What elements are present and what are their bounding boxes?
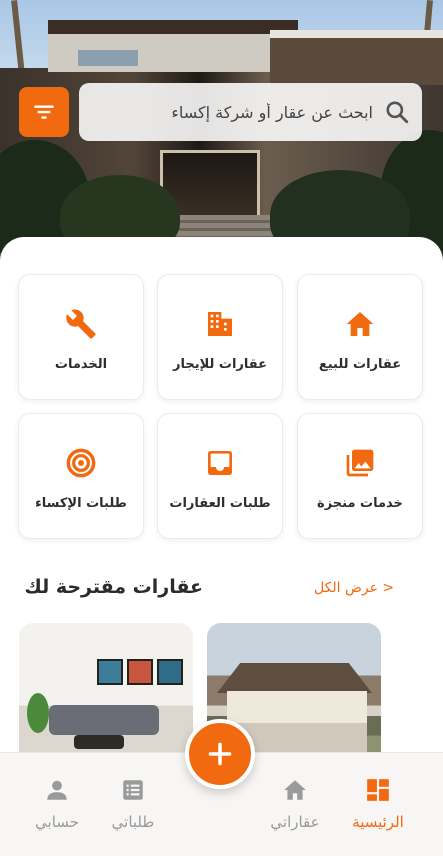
filter-button[interactable] (19, 87, 69, 137)
category-properties-for-sale[interactable]: عقارات للبيع (297, 274, 423, 400)
nav-my-properties[interactable]: عقاراتي (255, 777, 335, 831)
add-button[interactable] (185, 719, 255, 789)
search-icon[interactable] (384, 99, 410, 125)
category-label: عقارات للإيجار (172, 357, 267, 372)
nav-label: حسابي (35, 813, 79, 831)
house-wing (270, 30, 443, 85)
category-property-requests[interactable]: طلبات العقارات (157, 413, 283, 539)
property-image (217, 663, 372, 693)
property-image (97, 659, 123, 685)
building-icon (203, 307, 237, 341)
property-image-art (127, 659, 153, 685)
category-label: عقارات للبيع (318, 357, 402, 372)
plus-icon (208, 742, 232, 766)
dashboard-icon (367, 779, 389, 801)
house-upper-floor (48, 20, 298, 72)
inbox-icon (203, 446, 237, 480)
property-card[interactable] (19, 623, 193, 773)
target-icon (64, 446, 98, 480)
category-label: طلبات العقارات (169, 496, 271, 511)
category-label: خدمات منجزة (317, 496, 403, 511)
nav-account[interactable]: حسابي (17, 777, 97, 831)
wrench-icon (64, 307, 98, 341)
person-icon (47, 780, 67, 800)
nav-my-requests[interactable]: طلباتي (93, 777, 173, 831)
category-services[interactable]: الخدمات (18, 274, 144, 400)
category-finishing-requests[interactable]: طلبات الإكساء (18, 413, 144, 539)
property-image-sofa (49, 705, 159, 735)
image-gallery-icon (343, 446, 377, 480)
property-image-plant (27, 693, 49, 733)
property-image-wall (227, 691, 367, 723)
home-icon (343, 307, 377, 341)
section-title: عقارات مقترحة لك (24, 576, 203, 598)
view-all-link[interactable]: < عرض الكل (314, 580, 394, 596)
search-bar[interactable] (79, 83, 422, 141)
nav-home[interactable]: الرئيسية (338, 777, 418, 831)
category-completed-services[interactable]: خدمات منجزة (297, 413, 423, 539)
property-image-art (157, 659, 183, 685)
category-label: طلبات الإكساء (35, 496, 127, 511)
category-properties-for-rent[interactable]: عقارات للإيجار (157, 274, 283, 400)
search-input[interactable] (93, 92, 373, 132)
filter-icon (34, 105, 54, 119)
nav-label: الرئيسية (352, 813, 404, 831)
home-icon (284, 780, 306, 800)
nav-label: عقاراتي (270, 813, 320, 831)
category-label: الخدمات (54, 357, 108, 372)
nav-label: طلباتي (111, 813, 155, 831)
list-icon (123, 780, 143, 800)
property-image-table (74, 735, 124, 749)
